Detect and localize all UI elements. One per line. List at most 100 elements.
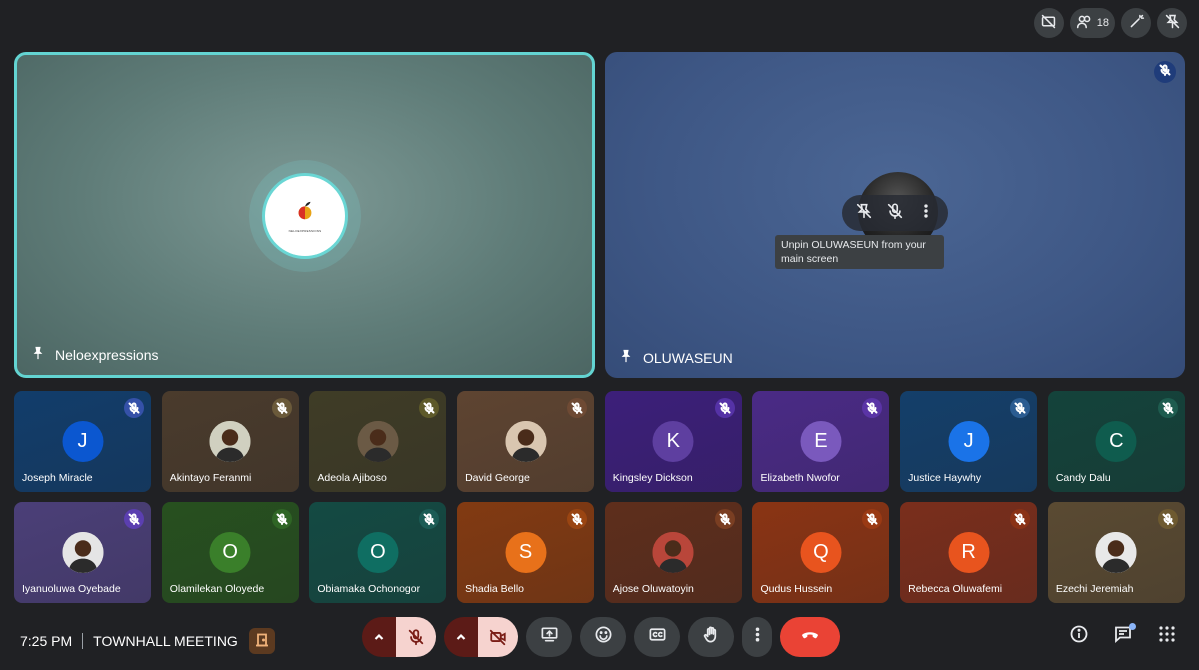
captions-button[interactable] bbox=[634, 617, 680, 657]
reactions-button[interactable] bbox=[580, 617, 626, 657]
participant-name: Ezechi Jeremiah bbox=[1055, 583, 1134, 595]
participant-tile[interactable]: Akintayo Feranmi bbox=[161, 391, 299, 492]
participant-tile[interactable]: J Justice Haywhy bbox=[900, 391, 1038, 492]
participant-tile[interactable]: C Candy Dalu bbox=[1047, 391, 1185, 492]
participant-tile[interactable]: Ajose Oluwatoyin bbox=[604, 502, 742, 603]
camera-toggle-button[interactable] bbox=[478, 617, 518, 657]
breakout-room-button[interactable] bbox=[248, 628, 275, 654]
leave-call-button[interactable] bbox=[780, 617, 840, 657]
mic-off-icon bbox=[567, 509, 588, 529]
avatar-initial: C bbox=[1109, 430, 1124, 452]
mic-off-icon bbox=[1157, 509, 1178, 529]
call-controls bbox=[362, 617, 840, 657]
participant-tile[interactable]: David George bbox=[457, 391, 595, 492]
participant-name: Adeola Ajiboso bbox=[317, 472, 387, 484]
participants-button[interactable]: 18 bbox=[1069, 8, 1115, 38]
avatar bbox=[357, 421, 399, 462]
avatar-initial: R bbox=[961, 541, 976, 563]
tile-name-label: OLUWASEUN bbox=[619, 349, 733, 366]
avatar: J bbox=[948, 421, 990, 462]
mic-off-icon bbox=[124, 398, 144, 418]
participant-name: Shadia Bello bbox=[465, 583, 525, 595]
mic-off-icon bbox=[1157, 398, 1178, 418]
audio-options-button[interactable] bbox=[362, 617, 396, 657]
participant-tile[interactable]: J Joseph Miracle bbox=[14, 391, 151, 492]
avatar: C bbox=[1095, 421, 1137, 462]
side-panel-buttons bbox=[1069, 623, 1177, 649]
avatar bbox=[652, 532, 694, 573]
hang-up-icon bbox=[799, 624, 821, 651]
captions-icon bbox=[648, 625, 667, 649]
mic-off-icon bbox=[567, 398, 588, 418]
more-options-button[interactable] bbox=[742, 617, 772, 657]
tile-hover-controls bbox=[842, 195, 948, 231]
more-vert-icon bbox=[748, 625, 767, 649]
avatar-initial: J bbox=[963, 430, 974, 452]
participant-tile[interactable]: Ezechi Jeremiah bbox=[1047, 502, 1185, 603]
participant-tile[interactable]: O Obiamaka Ochonogor bbox=[309, 502, 447, 603]
tile-name-label: Neloexpressions bbox=[31, 346, 159, 363]
participant-tile[interactable]: O Olamilekan Oloyede bbox=[161, 502, 299, 603]
participant-tile[interactable]: E Elizabeth Nwofor bbox=[752, 391, 890, 492]
mic-off-icon bbox=[271, 398, 292, 418]
door-icon bbox=[255, 633, 269, 650]
microphone-toggle-button[interactable] bbox=[396, 617, 436, 657]
participant-name: Olamilekan Oloyede bbox=[169, 583, 265, 595]
mic-off-icon bbox=[271, 509, 292, 529]
divider bbox=[82, 633, 84, 649]
raise-hand-button[interactable] bbox=[688, 617, 734, 657]
mic-off-icon bbox=[714, 398, 735, 418]
no-video-icon bbox=[1040, 13, 1057, 33]
effects-button[interactable] bbox=[1121, 8, 1151, 38]
avatar: J bbox=[62, 421, 103, 462]
participant-name: Ajose Oluwatoyin bbox=[612, 583, 694, 595]
participant-tile[interactable]: R Rebecca Oluwafemi bbox=[900, 502, 1038, 603]
magic-wand-icon bbox=[1128, 13, 1145, 33]
top-bar: 18 bbox=[1033, 8, 1187, 38]
avatar bbox=[1095, 532, 1137, 573]
participant-name: Joseph Miracle bbox=[22, 472, 93, 484]
main-tile-oluwaseun[interactable]: Unpin OLUWASEUN from your main screen OL… bbox=[605, 52, 1185, 378]
mic-off-icon bbox=[124, 509, 144, 529]
avatar: O bbox=[209, 532, 251, 573]
avatar-initial: E bbox=[814, 430, 828, 452]
avatar: E bbox=[800, 421, 842, 462]
avatar: O bbox=[357, 532, 399, 573]
present-screen-button[interactable] bbox=[526, 617, 572, 657]
chat-button[interactable] bbox=[1113, 623, 1136, 646]
avatar-initial: Q bbox=[813, 541, 829, 563]
participant-name: Neloexpressions bbox=[55, 346, 159, 363]
participant-tile[interactable]: K Kingsley Dickson bbox=[604, 391, 742, 492]
unpin-all-button[interactable] bbox=[1157, 8, 1187, 38]
participant-tile[interactable]: Q Qudus Hussein bbox=[752, 502, 890, 603]
participant-name: Rebecca Oluwafemi bbox=[908, 583, 1003, 595]
participant-tile[interactable]: S Shadia Bello bbox=[457, 502, 595, 603]
video-options-button[interactable] bbox=[444, 617, 478, 657]
more-options-button[interactable] bbox=[917, 202, 935, 225]
avatar-initial: J bbox=[77, 430, 88, 452]
hide-tile-button[interactable] bbox=[1033, 8, 1064, 38]
avatar: R bbox=[948, 532, 990, 573]
mute-participant-button[interactable] bbox=[886, 202, 904, 225]
meeting-details-button[interactable] bbox=[1069, 624, 1089, 649]
mic-off-icon bbox=[862, 509, 883, 529]
main-tile-neloexpressions[interactable]: NELOEXPRESSIONS Neloexpressions bbox=[14, 52, 595, 378]
mic-control bbox=[362, 617, 436, 657]
activities-button[interactable] bbox=[1157, 624, 1177, 649]
unpin-button[interactable] bbox=[855, 202, 873, 225]
avatar bbox=[505, 421, 547, 462]
participant-name: Kingsley Dickson bbox=[612, 472, 693, 484]
brand-logo-icon bbox=[294, 200, 316, 227]
participant-name: Elizabeth Nwofor bbox=[760, 472, 840, 484]
participant-name: OLUWASEUN bbox=[643, 349, 733, 366]
info-icon bbox=[1069, 624, 1089, 649]
mic-off-icon bbox=[1010, 509, 1031, 529]
bottom-bar: 7:25 PM TOWNHALL MEETING bbox=[0, 612, 1199, 662]
participant-tile[interactable]: Iyanuoluwa Oyebade bbox=[14, 502, 151, 603]
mic-off-icon bbox=[862, 398, 883, 418]
participant-name: Iyanuoluwa Oyebade bbox=[22, 583, 121, 595]
avatar-initial: K bbox=[666, 430, 680, 452]
avatar bbox=[209, 421, 251, 462]
apps-grid-icon bbox=[1157, 624, 1177, 649]
participant-tile[interactable]: Adeola Ajiboso bbox=[309, 391, 447, 492]
